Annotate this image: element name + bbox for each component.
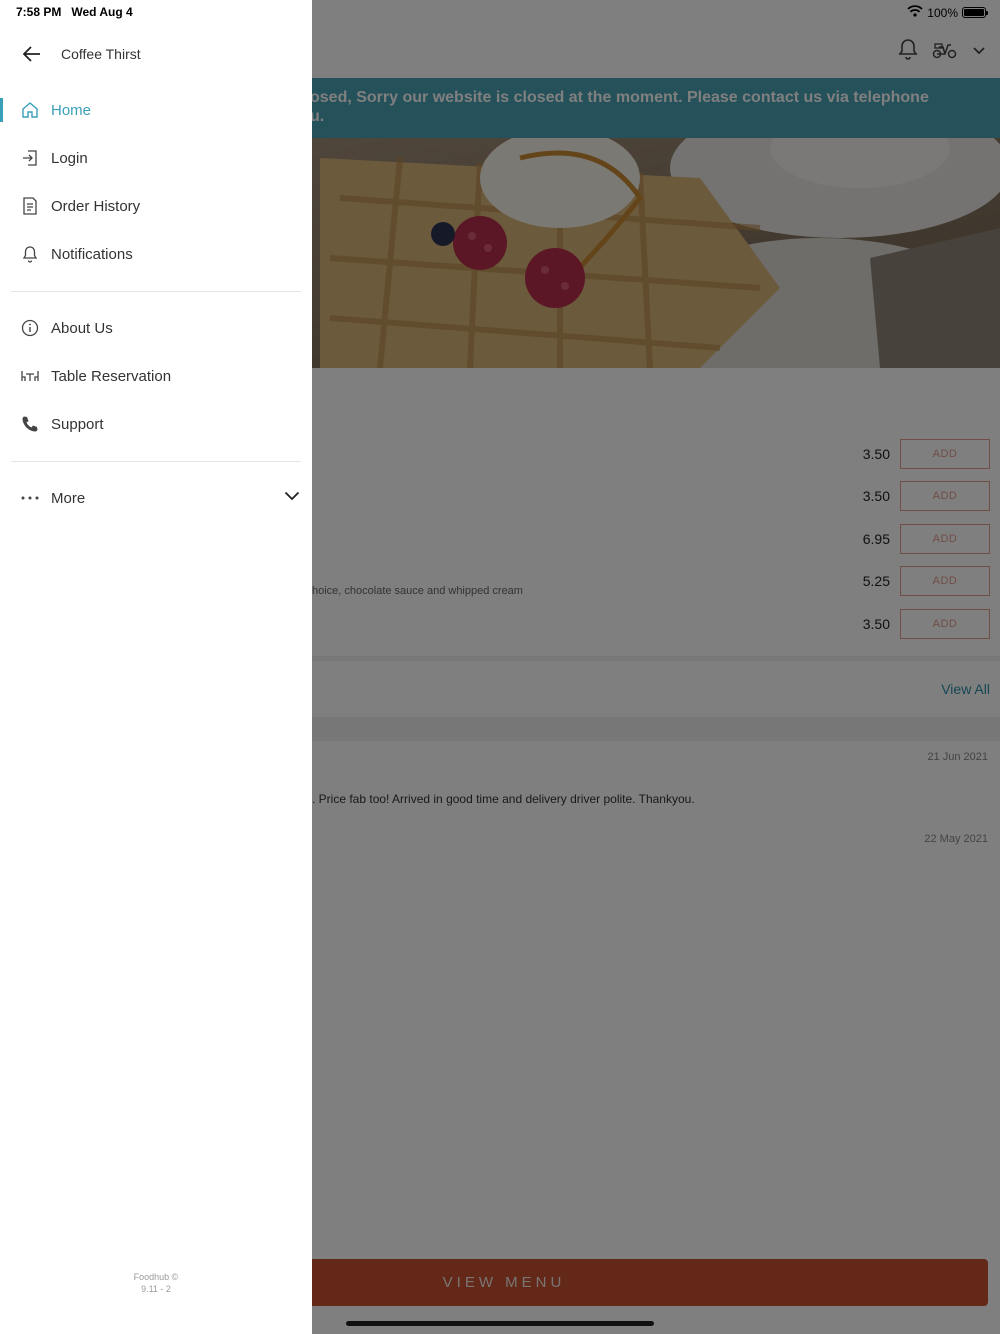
nav-item-label: Order History (51, 197, 141, 215)
nav-item-label: Support (51, 415, 104, 433)
phone-icon (20, 414, 40, 434)
footer-version: 9.11 - 2 (141, 1284, 171, 1294)
footer-copyright: Foodhub © (133, 1272, 179, 1282)
nav-item-more[interactable]: More (0, 474, 312, 522)
status-time: 7:58 PM Wed Aug 4 (16, 5, 133, 19)
drawer-title: Coffee Thirst (61, 46, 141, 62)
drawer-divider (11, 291, 301, 292)
login-icon (20, 148, 40, 168)
status-bar: 7:58 PM Wed Aug 4 100% (0, 0, 1000, 24)
nav-item-label: Login (51, 149, 88, 167)
wifi-icon (907, 5, 923, 20)
drawer-footer: Foodhub © 9.11 - 2 (0, 1271, 312, 1295)
nav-item-home[interactable]: Home (0, 86, 312, 134)
bell-icon (20, 244, 40, 264)
nav-item-order-history[interactable]: Order History (0, 182, 312, 230)
nav-item-label: More (51, 489, 86, 507)
drawer-main-nav: Home Login Order History Notifications (0, 86, 312, 278)
back-arrow-icon[interactable] (12, 36, 52, 72)
drawer-divider (11, 461, 301, 462)
nav-item-label: Notifications (51, 245, 133, 263)
nav-item-label: Table Reservation (51, 367, 172, 385)
more-dots-icon (20, 488, 40, 508)
info-icon (20, 318, 40, 338)
order-history-icon (20, 196, 40, 216)
battery-icon (962, 7, 988, 18)
nav-item-table-reservation[interactable]: Table Reservation (0, 352, 312, 400)
home-icon (20, 100, 40, 120)
navigation-drawer: Coffee Thirst Home Login Order History N… (0, 0, 312, 1334)
drawer-more-section: More (0, 474, 312, 522)
drawer-header: Coffee Thirst (0, 36, 312, 72)
battery-percent: 100% (927, 5, 958, 20)
nav-item-login[interactable]: Login (0, 134, 312, 182)
nav-item-about-us[interactable]: About Us (0, 304, 312, 352)
table-icon (20, 366, 40, 386)
drawer-secondary-nav: About Us Table Reservation Support (0, 304, 312, 448)
nav-item-support[interactable]: Support (0, 400, 312, 448)
chevron-down-icon[interactable] (284, 488, 300, 505)
nav-item-label: About Us (51, 319, 113, 337)
nav-item-notifications[interactable]: Notifications (0, 230, 312, 278)
home-indicator[interactable] (346, 1321, 654, 1326)
nav-item-label: Home (51, 101, 92, 119)
